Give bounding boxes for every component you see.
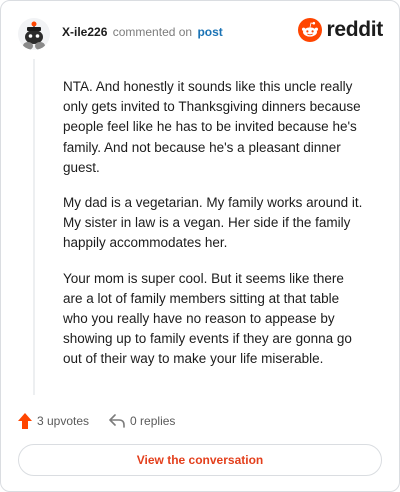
comment-paragraph: My dad is a vegetarian. My family works …: [63, 195, 363, 251]
comment-paragraph: Your mom is super cool. But it seems lik…: [63, 270, 352, 367]
comment-body: NTA. And honestly it sounds like this un…: [63, 77, 363, 385]
avatar[interactable]: [18, 18, 50, 50]
reply-arrow-icon: [109, 414, 125, 428]
user-avatar-icon: [18, 18, 50, 50]
comment-header: X-ile226 commented on post reddit: [18, 17, 383, 51]
reddit-brand[interactable]: reddit: [298, 18, 383, 42]
replies-count: 0 replies: [130, 414, 176, 428]
comment-meta: X-ile226 commented on post: [62, 25, 223, 39]
thread-line: [33, 59, 35, 395]
comment-actions: 3 upvotes 0 replies: [18, 411, 175, 431]
brand-name: reddit: [326, 18, 383, 41]
upvote-arrow-icon: [18, 413, 32, 429]
post-link[interactable]: post: [197, 25, 222, 39]
upvote-button[interactable]: 3 upvotes: [18, 413, 89, 429]
reddit-logo-icon: [298, 18, 323, 42]
reply-button[interactable]: 0 replies: [109, 414, 175, 428]
view-conversation-button[interactable]: View the conversation: [18, 444, 382, 476]
comment-card: X-ile226 commented on post reddit NTA. A…: [0, 0, 400, 492]
upvotes-count: 3 upvotes: [37, 414, 90, 428]
action-text: commented on: [112, 25, 193, 39]
comment-paragraph: NTA. And honestly it sounds like this un…: [63, 79, 361, 175]
username[interactable]: X-ile226: [62, 25, 107, 39]
